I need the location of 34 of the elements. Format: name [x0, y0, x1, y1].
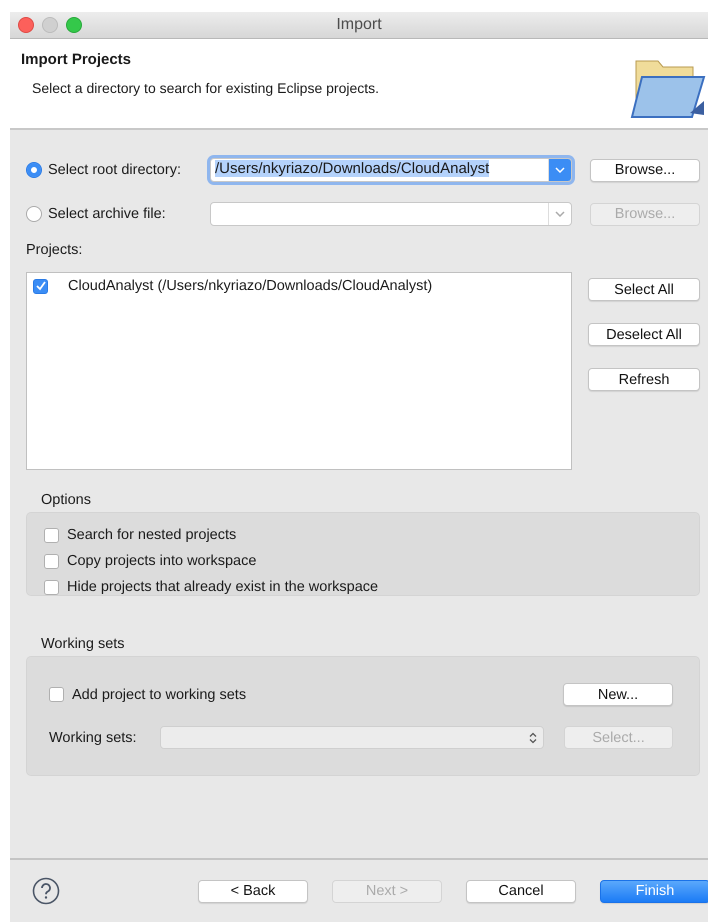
- list-action-button[interactable]: Select All: [588, 278, 700, 301]
- close-icon[interactable]: [18, 17, 34, 33]
- checkbox[interactable]: [44, 528, 59, 542]
- checkbox[interactable]: [33, 278, 48, 294]
- group-title: Working sets: [41, 636, 126, 652]
- option-label: Search for nested projects: [67, 527, 236, 543]
- page-description: Select a directory to search for existing Eclipse projects.: [31, 80, 380, 96]
- chevron-down-icon: [555, 167, 565, 173]
- zoom-icon[interactable]: [66, 17, 82, 33]
- group-title: Options: [41, 492, 92, 508]
- minimize-icon[interactable]: [42, 17, 58, 33]
- checkbox[interactable]: [49, 687, 64, 702]
- section-label: Projects:: [26, 242, 84, 258]
- check-icon: [34, 280, 46, 292]
- checkbox[interactable]: [44, 554, 59, 568]
- page-title: Import Projects: [21, 51, 132, 68]
- updown-chevron-icon: [529, 732, 538, 744]
- new-button[interactable]: New...: [563, 683, 673, 706]
- option-label: Hide projects that already exist in the workspace: [67, 579, 378, 595]
- help-icon[interactable]: [32, 877, 60, 905]
- field-label: Working sets:: [49, 730, 138, 746]
- footer-button[interactable]: < Back: [198, 880, 308, 902]
- option-label: Add project to working sets: [72, 686, 246, 702]
- window-title: Import: [336, 16, 382, 34]
- directory-combo-box[interactable]: /Users/nkyriazo/Downloads/CloudAnalyst: [210, 158, 572, 182]
- list-action-button[interactable]: Deselect All: [588, 323, 700, 346]
- browse-button[interactable]: Browse...: [590, 158, 700, 182]
- chevron-down-icon: [555, 211, 565, 217]
- option-label: Copy projects into workspace: [67, 553, 256, 569]
- radio-option[interactable]: Select root directory:: [26, 162, 210, 178]
- list-action-button[interactable]: Refresh: [588, 368, 700, 391]
- project-item[interactable]: CloudAnalyst (/Users/nkyriazo/Downloads/CloudAnalyst): [33, 275, 565, 297]
- checkbox[interactable]: [44, 580, 59, 594]
- footer-button[interactable]: Cancel: [466, 880, 576, 902]
